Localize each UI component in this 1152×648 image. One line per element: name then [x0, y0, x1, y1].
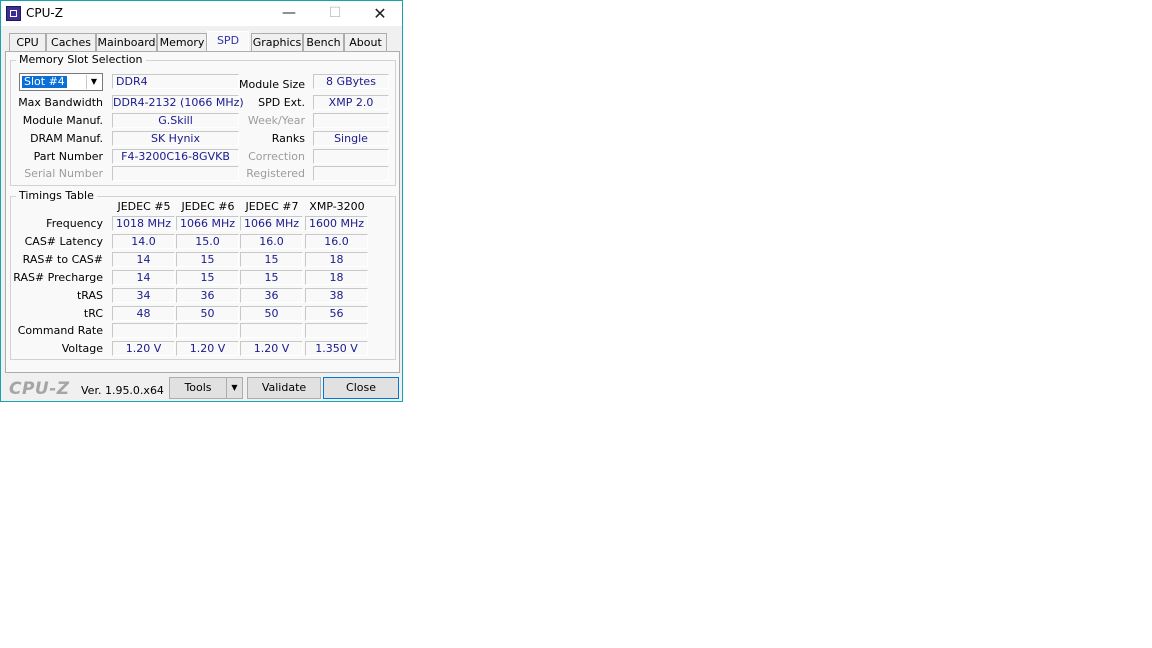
timings-cell: 56	[305, 306, 368, 321]
tab-bench[interactable]: Bench	[303, 33, 344, 51]
correction-field	[313, 149, 389, 164]
tab-about[interactable]: About	[344, 33, 387, 51]
timings-cell: 1.350 V	[305, 341, 368, 356]
timings-cell: 18	[305, 270, 368, 285]
timings-cell	[176, 323, 239, 338]
spd-ext-label: SPD Ext.	[258, 96, 305, 109]
timings-row-label: Command Rate	[17, 324, 103, 337]
week-year-label: Week/Year	[247, 114, 305, 127]
timings-cell: 48	[112, 306, 175, 321]
timings-row-label: Frequency	[46, 217, 103, 230]
timings-cell: 18	[305, 252, 368, 267]
close-button[interactable]: Close	[323, 377, 399, 399]
timings-cell: 38	[305, 288, 368, 303]
tab-strip: CPU Caches Mainboard Memory SPD Graphics…	[5, 31, 399, 52]
tools-button[interactable]: Tools	[169, 377, 227, 399]
timings-cell: 1066 MHz	[176, 216, 239, 231]
module-size-field: 8 GBytes	[313, 74, 389, 89]
module-size-label: Module Size	[239, 78, 306, 91]
cpuz-window: CPU-Z — ☐ ✕ CPU Caches Mainboard Memory …	[0, 0, 403, 402]
timings-cell: 1600 MHz	[305, 216, 368, 231]
tab-spd[interactable]: SPD	[207, 31, 249, 52]
serial-number-label: Serial Number	[24, 167, 103, 180]
tab-graphics[interactable]: Graphics	[251, 33, 303, 51]
ranks-label: Ranks	[271, 132, 305, 145]
chevron-down-icon[interactable]: ▼	[86, 75, 101, 89]
timings-col-header: JEDEC #6	[181, 200, 235, 213]
timings-cell: 15	[240, 270, 303, 285]
cpuz-logo: CPU-Z	[9, 379, 70, 399]
timings-cell: 1066 MHz	[240, 216, 303, 231]
module-manuf-field: G.Skill	[112, 113, 239, 128]
timings-cell: 15	[176, 252, 239, 267]
tab-caches[interactable]: Caches	[46, 33, 96, 51]
spd-tab-page: Memory Slot Selection Slot #4 ▼ DDR4 Max…	[5, 51, 400, 373]
timings-group: Timings Table JEDEC #5 JEDEC #6 JEDEC #7…	[10, 189, 396, 360]
timings-cell	[305, 323, 368, 338]
ranks-field: Single	[313, 131, 389, 146]
minimize-button[interactable]: —	[266, 1, 312, 26]
timings-cell: 14	[112, 270, 175, 285]
part-number-label: Part Number	[33, 150, 103, 163]
max-bandwidth-label: Max Bandwidth	[18, 96, 103, 109]
title-bar[interactable]: CPU-Z — ☐ ✕	[1, 1, 402, 26]
timings-cell: 14.0	[112, 234, 175, 249]
correction-label: Correction	[248, 150, 305, 163]
timings-cell: 15	[240, 252, 303, 267]
timings-cell: 15.0	[176, 234, 239, 249]
dram-manuf-label: DRAM Manuf.	[30, 132, 103, 145]
timings-cell: 1018 MHz	[112, 216, 175, 231]
module-manuf-label: Module Manuf.	[22, 114, 103, 127]
tab-memory[interactable]: Memory	[157, 33, 207, 51]
validate-button[interactable]: Validate	[247, 377, 321, 399]
serial-number-field	[112, 166, 239, 181]
version-label: Ver. 1.95.0.x64	[81, 384, 164, 397]
timings-group-title: Timings Table	[16, 189, 97, 202]
week-year-field	[313, 113, 389, 128]
timings-cell	[240, 323, 303, 338]
tab-cpu[interactable]: CPU	[9, 33, 46, 51]
spd-ext-field: XMP 2.0	[313, 95, 389, 110]
timings-row-label: RAS# to CAS#	[22, 253, 103, 266]
memory-type-field: DDR4	[112, 74, 239, 89]
memory-slot-group-title: Memory Slot Selection	[16, 53, 146, 66]
timings-cell: 1.20 V	[176, 341, 239, 356]
window-title: CPU-Z	[26, 6, 63, 20]
timings-cell: 14	[112, 252, 175, 267]
timings-cell: 50	[176, 306, 239, 321]
cpuz-app-icon	[6, 6, 21, 21]
timings-col-header: XMP-3200	[309, 200, 365, 213]
maximize-button[interactable]: ☐	[312, 1, 358, 26]
registered-label: Registered	[246, 167, 305, 180]
timings-cell: 1.20 V	[240, 341, 303, 356]
timings-cell	[112, 323, 175, 338]
timings-cell: 34	[112, 288, 175, 303]
slot-select-value: Slot #4	[22, 75, 67, 88]
registered-field	[313, 166, 389, 181]
timings-row-label: CAS# Latency	[24, 235, 103, 248]
timings-cell: 36	[176, 288, 239, 303]
timings-cell: 1.20 V	[112, 341, 175, 356]
slot-select[interactable]: Slot #4 ▼	[19, 73, 103, 91]
timings-col-header: JEDEC #7	[245, 200, 299, 213]
timings-cell: 36	[240, 288, 303, 303]
bottom-bar: CPU-Z Ver. 1.95.0.x64 Tools ▼ Validate C…	[1, 374, 402, 402]
timings-cell: 16.0	[240, 234, 303, 249]
timings-row-label: tRC	[83, 307, 103, 320]
timings-row-label: tRAS	[76, 289, 103, 302]
memory-slot-group: Memory Slot Selection Slot #4 ▼ DDR4 Max…	[10, 53, 396, 186]
dram-manuf-field: SK Hynix	[112, 131, 239, 146]
part-number-field: F4-3200C16-8GVKB	[112, 149, 239, 164]
timings-col-header: JEDEC #5	[117, 200, 171, 213]
timings-cell: 50	[240, 306, 303, 321]
timings-row-label: Voltage	[61, 342, 103, 355]
timings-cell: 15	[176, 270, 239, 285]
tab-mainboard[interactable]: Mainboard	[96, 33, 157, 51]
timings-cell: 16.0	[305, 234, 368, 249]
close-window-button[interactable]: ✕	[357, 1, 403, 26]
tools-dropdown-arrow-icon[interactable]: ▼	[226, 377, 243, 399]
timings-row-label: RAS# Precharge	[13, 271, 103, 284]
max-bandwidth-field: DDR4-2132 (1066 MHz)	[112, 95, 244, 110]
